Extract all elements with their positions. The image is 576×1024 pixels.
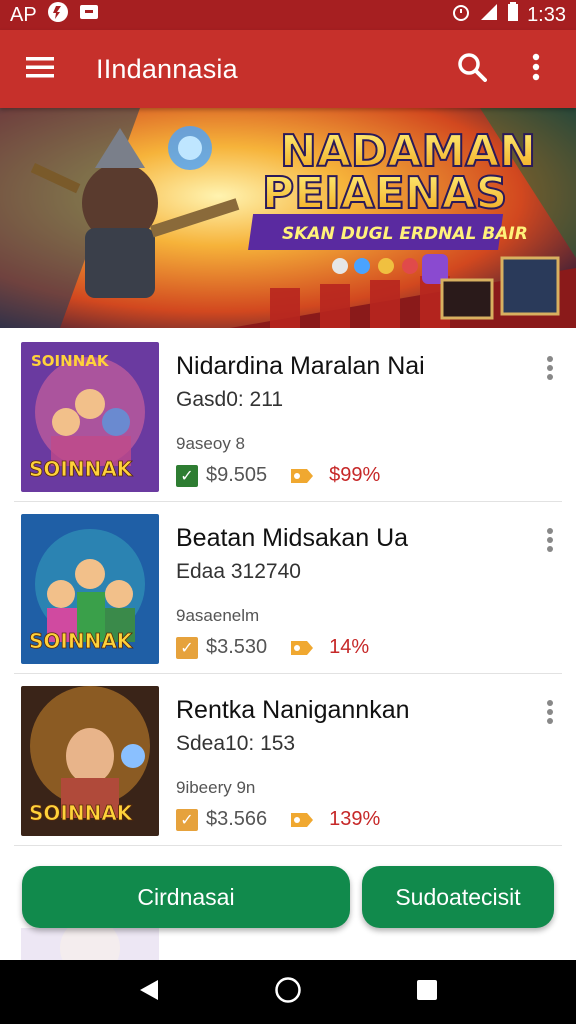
svg-text:SOINNAK: SOINNAK (31, 352, 110, 370)
svg-text:SOINNAK: SOINNAK (29, 457, 134, 481)
item-more-button[interactable] (538, 352, 562, 388)
carrier-label: AP (10, 3, 37, 26)
app-notification-icon (47, 1, 69, 29)
game-subtitle: Sdea10: 153 (176, 732, 296, 755)
app-bar: IIndannasia (0, 30, 576, 108)
app-title: IIndannasia (96, 53, 238, 84)
list-item[interactable]: SOINNAK Rentka Nanigannkan Sdea10: 153 9… (14, 674, 562, 846)
bottom-action-bar: Cirdnasai Sudoatecisit (0, 852, 576, 962)
battery-icon (507, 2, 519, 28)
game-meta: 9aseoy 8 (176, 434, 245, 453)
secondary-action-button[interactable]: Sudoatecisit (362, 866, 554, 928)
home-button[interactable] (266, 970, 310, 1014)
item-more-button[interactable] (538, 524, 562, 560)
game-thumbnail[interactable]: SOINNAK (21, 686, 159, 836)
search-button[interactable] (450, 47, 494, 91)
price: $3.566 (206, 808, 268, 830)
ticket-icon (289, 465, 315, 487)
svg-text:SOINNAK: SOINNAK (29, 629, 134, 653)
more-vert-icon (532, 53, 540, 86)
message-notification-icon (79, 3, 99, 27)
list-item[interactable]: SOINNAK SOINNAK Nidardina Maralan Nai Ga… (14, 330, 562, 502)
game-title: Nidardina Maralan Nai (176, 352, 425, 380)
more-vert-icon (546, 527, 554, 558)
recents-button[interactable] (405, 970, 449, 1014)
discount: 14% (329, 636, 370, 658)
game-thumbnail[interactable]: SOINNAK SOINNAK (21, 342, 159, 492)
promo-banner[interactable]: NADAMAN PEIAENAS SKAN DUGL ERDNAL BAIR (0, 108, 576, 328)
status-bar: AP 1:33 (0, 0, 576, 30)
check-icon: ✓ (176, 808, 198, 831)
game-thumbnail[interactable]: SOINNAK (21, 514, 159, 664)
banner-headline-2: PEIAENAS (262, 168, 507, 219)
game-list: SOINNAK SOINNAK Nidardina Maralan Nai Ga… (0, 330, 576, 846)
check-icon: ✓ (176, 636, 198, 659)
list-item[interactable]: SOINNAK Beatan Midsakan Ua Edaa 312740 9… (14, 502, 562, 674)
back-icon (138, 978, 160, 1007)
banner-tagline: SKAN DUGL ERDNAL BAIR (282, 224, 528, 244)
more-vert-icon (546, 355, 554, 386)
game-meta: 9ibeery 9n (176, 778, 256, 797)
price-row: ✓ $3.530 14% (176, 636, 369, 659)
alarm-icon (451, 2, 471, 28)
banner-artwork: NADAMAN PEIAENAS SKAN DUGL ERDNAL BAIR (0, 108, 576, 328)
ticket-icon (289, 809, 315, 831)
menu-icon (26, 56, 54, 83)
ticket-icon (289, 637, 315, 659)
price-row: ✓ $3.566 139% (176, 808, 380, 831)
price: $9.505 (206, 464, 268, 486)
back-button[interactable] (127, 970, 171, 1014)
game-title: Beatan Midsakan Ua (176, 524, 409, 552)
game-title: Rentka Nanigannkan (176, 696, 410, 724)
more-vert-icon (546, 699, 554, 730)
recents-icon (416, 979, 438, 1006)
signal-icon (479, 2, 499, 28)
system-nav-bar (0, 960, 576, 1024)
menu-button[interactable] (18, 47, 62, 91)
home-icon (274, 976, 302, 1009)
game-meta: 9asaenelm (176, 606, 260, 625)
price-row: ✓ $9.505 $99% (176, 464, 380, 487)
search-icon (457, 52, 487, 87)
svg-text:SOINNAK: SOINNAK (29, 801, 134, 825)
game-subtitle: Edaa 312740 (176, 560, 301, 583)
discount: $99% (329, 464, 381, 486)
primary-action-button[interactable]: Cirdnasai (22, 866, 350, 928)
game-subtitle: Gasd0: 211 (176, 388, 284, 411)
item-more-button[interactable] (538, 696, 562, 732)
clock: 1:33 (527, 3, 566, 26)
check-icon: ✓ (176, 464, 198, 487)
price: $3.530 (206, 636, 268, 658)
overflow-menu-button[interactable] (514, 47, 558, 91)
discount: 139% (329, 808, 381, 830)
